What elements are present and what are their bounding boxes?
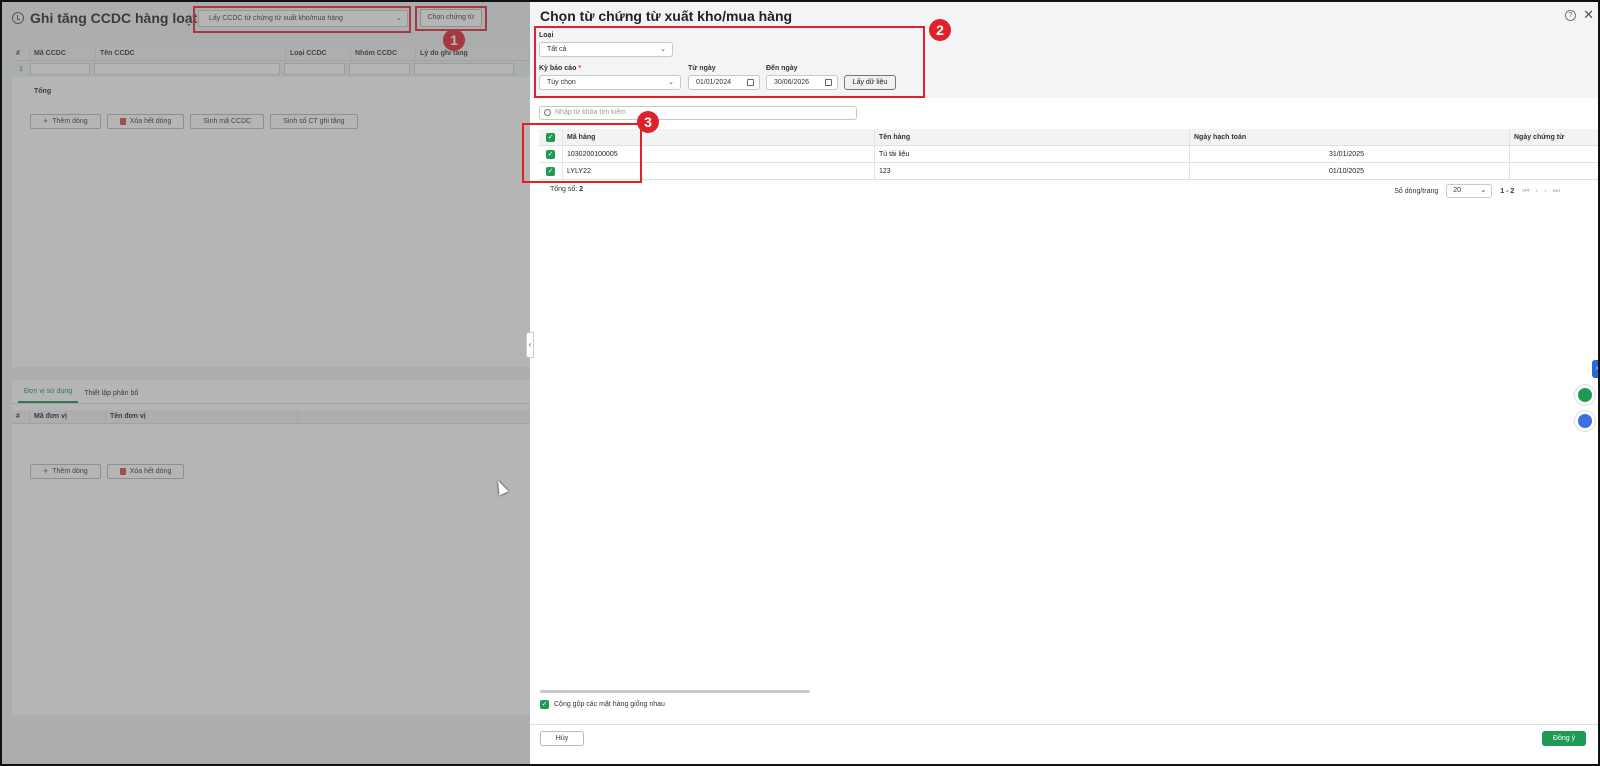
document-date — [1510, 163, 1598, 179]
col-item-name: Tên hàng — [875, 129, 1190, 145]
select-document-panel: Chọn từ chứng từ xuất kho/mua hàng ? ✕ L… — [522, 2, 1598, 764]
merge-items-option[interactable]: ✓ Cộng gộp các mặt hàng giống nhau — [540, 700, 665, 709]
table-row[interactable]: ✓ LYLY22 123 01/10/2025 — [539, 163, 1598, 180]
expand-icon[interactable]: › — [1592, 360, 1598, 378]
total-value: 2 — [579, 186, 584, 193]
app-window: Ghi tăng CCDC hàng loạt Lấy CCDC từ chứn… — [0, 0, 1600, 766]
search-placeholder: Nhập từ khóa tìm kiếm — [555, 109, 626, 116]
collapse-panel-icon[interactable]: ‹ — [526, 332, 534, 358]
community-icon[interactable] — [1574, 410, 1596, 432]
page-range: 1 - 2 — [1500, 187, 1515, 195]
panel-header: Chọn từ chứng từ xuất kho/mua hàng ? ✕ L… — [530, 2, 1598, 98]
help-icon[interactable]: ? — [1565, 10, 1576, 21]
table-header: ✓ Mã hàng Tên hàng Ngày hạch toán Ngày c… — [539, 129, 1598, 146]
merge-items-label: Cộng gộp các mặt hàng giống nhau — [554, 701, 665, 708]
step-badge-3: 3 — [637, 111, 659, 133]
modal-overlay[interactable] — [2, 2, 530, 764]
rows-per-page-value: 20 — [1453, 187, 1462, 194]
item-name: Tủ tài liệu — [875, 146, 1190, 162]
rows-per-page-label: Số dòng/trang — [1394, 187, 1439, 195]
document-date — [1510, 146, 1598, 162]
total-label: Tổng số: — [550, 186, 578, 193]
side-widgets: › — [1568, 360, 1598, 440]
chat-icon[interactable] — [1574, 384, 1596, 406]
panel-footer: Hủy Đồng ý — [530, 724, 1598, 764]
col-document-date: Ngày chứng từ — [1514, 133, 1565, 141]
horizontal-scrollbar[interactable] — [540, 690, 810, 693]
highlight-box-2 — [534, 26, 925, 98]
step-badge-2: 2 — [929, 19, 951, 41]
table-row[interactable]: ✓ 1030200100005 Tủ tài liệu 31/01/2025 — [539, 146, 1598, 163]
page-nav-icons[interactable]: ⏮‹›⏭ — [1522, 186, 1566, 196]
check-icon[interactable]: ✓ — [540, 700, 549, 709]
search-icon — [544, 109, 551, 116]
highlight-box-3 — [522, 123, 642, 183]
pagination: Số dòng/trang 20 ⌄ 1 - 2 ⏮‹›⏭ — [1394, 184, 1566, 198]
item-name: 123 — [875, 163, 1190, 179]
ok-button[interactable]: Đồng ý — [1542, 731, 1586, 746]
posting-date: 31/01/2025 — [1190, 146, 1510, 162]
cancel-button[interactable]: Hủy — [540, 731, 584, 746]
close-icon[interactable]: ✕ — [1583, 7, 1594, 23]
chevron-down-icon: ⌄ — [1480, 187, 1487, 194]
rows-per-page-select[interactable]: 20 ⌄ — [1446, 184, 1493, 198]
table-total: Tổng số: 2 — [550, 186, 583, 193]
items-table: ✓ Mã hàng Tên hàng Ngày hạch toán Ngày c… — [539, 129, 1598, 180]
posting-date: 01/10/2025 — [1190, 163, 1510, 179]
col-posting-date: Ngày hạch toán — [1190, 129, 1510, 145]
search-input[interactable]: Nhập từ khóa tìm kiếm — [539, 106, 857, 120]
panel-title: Chọn từ chứng từ xuất kho/mua hàng — [540, 8, 793, 24]
